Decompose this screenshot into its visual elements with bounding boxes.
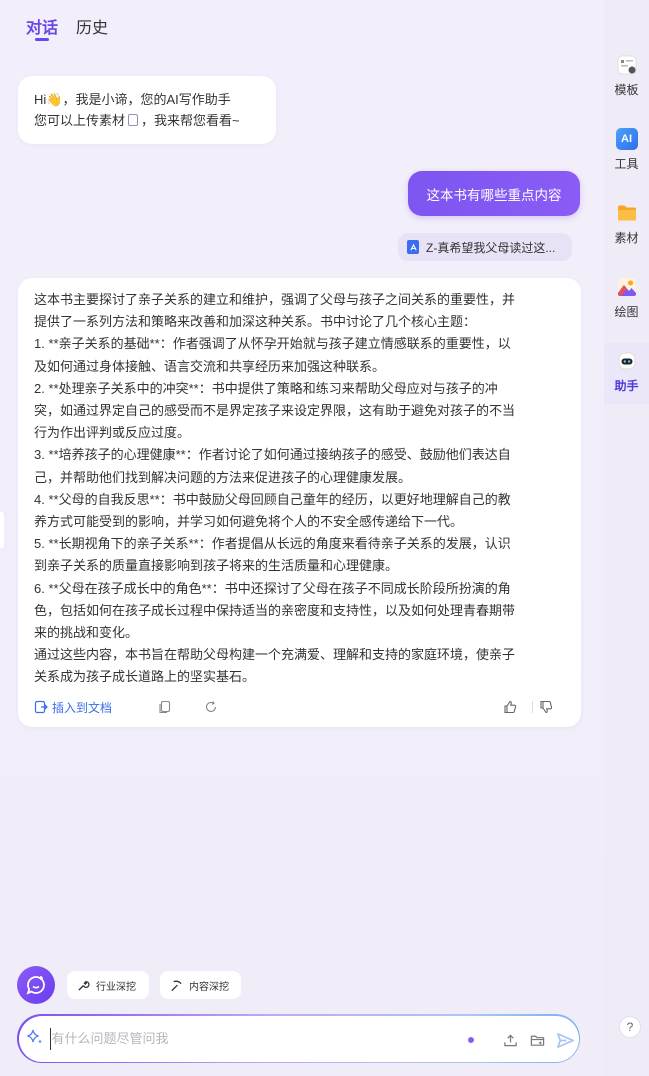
wave-emoji-icon: 👋 bbox=[46, 92, 63, 107]
document-icon bbox=[128, 114, 139, 126]
greeting-upload-text: 您可以上传素材 bbox=[34, 113, 126, 128]
answer-line: 2. **处理亲子关系中的冲突**：书中提供了策略和练习来帮助父母应对与孩子的冲 bbox=[34, 380, 498, 396]
sidebar-item-label: 模板 bbox=[614, 83, 639, 97]
answer-line: 4. **父母的自我反思**：书中鼓励父母回顾自己童年的经历，以更好地理解自己的… bbox=[34, 491, 511, 507]
sidebar-item-tools[interactable]: AI 工具 bbox=[604, 124, 649, 184]
answer-line: 突，如通过界定自己的感受而不是界定孩子来设定界限，这有助于避免对孩子的不当 bbox=[34, 403, 516, 419]
sidebar-item-template[interactable]: 模板 bbox=[604, 50, 649, 110]
status-dot bbox=[467, 1036, 474, 1043]
thumbs-down-icon[interactable] bbox=[539, 700, 553, 714]
answer-line: 到亲子关系的质量直接影响到孩子将来的生活质量和心理健康。 bbox=[34, 558, 399, 574]
folder-icon[interactable] bbox=[530, 1033, 545, 1048]
sidebar-item-assistant[interactable]: 助手 bbox=[604, 343, 649, 404]
assistant-answer: 这本书主要探讨了亲子关系的建立和维护，强调了父母与孩子之间关系的重要性，并 提供… bbox=[18, 278, 581, 727]
quick-action-label: 内容深挖 bbox=[189, 981, 229, 993]
greeting-intro: ，我是小谛，您的AI写作助手 bbox=[62, 92, 231, 107]
sidebar-item-label: 绘图 bbox=[614, 305, 639, 319]
tab-history[interactable]: 历史 bbox=[76, 14, 108, 38]
pdf-icon bbox=[407, 240, 419, 254]
action-divider bbox=[532, 701, 533, 713]
image-icon bbox=[616, 276, 638, 298]
greeting-hi: Hi bbox=[34, 92, 47, 107]
answer-line: 通过这些内容，本书旨在帮助父母构建一个充满爱、理解和支持的家庭环境，使亲子 bbox=[34, 647, 516, 663]
copy-icon[interactable] bbox=[158, 700, 172, 714]
sidebar-item-label: 素材 bbox=[614, 231, 639, 245]
answer-line: 6. **父母在孩子成长中的角色**：书中还探讨了父母在孩子不同成长阶段所扮演的… bbox=[34, 580, 511, 596]
chat-input-box bbox=[17, 1014, 580, 1063]
wrench-icon bbox=[78, 980, 90, 991]
user-message-bubble: 这本书有哪些重点内容 bbox=[408, 171, 580, 216]
insert-to-document-label: 插入到文档 bbox=[52, 700, 113, 715]
tab-chat[interactable]: 对话 bbox=[26, 14, 58, 41]
sparkle-icon bbox=[26, 1029, 42, 1044]
greeting-line-1: Hi👋，我是小谛，您的AI写作助手 bbox=[34, 89, 260, 110]
insert-document-icon bbox=[34, 700, 48, 714]
answer-line: 1. **亲子关系的基础**：作者强调了从怀孕开始就与孩子建立情感联系的重要性，… bbox=[34, 336, 511, 352]
attachment-chip[interactable]: Z-真希望我父母读过这... bbox=[398, 233, 572, 261]
answer-line: 5. **长期视角下的亲子关系**：作者提倡从长远的角度来看待亲子关系的发展，认… bbox=[34, 536, 511, 552]
chat-input[interactable] bbox=[49, 1027, 350, 1050]
regenerate-icon[interactable] bbox=[204, 700, 218, 714]
answer-line: 行为作出评判或反应过度。 bbox=[34, 425, 191, 441]
answer-line: 及如何通过身体接触、语言交流和共享经历来加强这种联系。 bbox=[34, 358, 386, 374]
answer-line: 来的挑战和变化。 bbox=[34, 625, 139, 641]
sidebar-item-label: 工具 bbox=[614, 157, 639, 171]
tab-bar: 对话 历史 bbox=[26, 14, 108, 41]
panel-resize-handle[interactable] bbox=[0, 512, 4, 548]
quick-action-industry[interactable]: 行业深挖 bbox=[67, 971, 149, 999]
sidebar-item-label: 助手 bbox=[614, 379, 639, 393]
right-sidebar: 模板 AI 工具 素材 绘图 助手 bbox=[604, 0, 649, 1076]
folder-icon bbox=[616, 202, 638, 224]
greeting-message: Hi👋，我是小谛，您的AI写作助手 您可以上传素材 ，我来帮您看看~ bbox=[18, 76, 276, 144]
answer-line: 关系成为孩子成长道路上的坚实基石。 bbox=[34, 669, 256, 685]
sidebar-item-materials[interactable]: 素材 bbox=[604, 198, 649, 258]
chat-add-icon bbox=[26, 976, 45, 995]
insert-to-document-button[interactable]: 插入到文档 bbox=[34, 699, 112, 716]
pickaxe-icon bbox=[171, 980, 182, 991]
robot-icon bbox=[616, 350, 638, 372]
answer-line: 己，并帮助他们找到解决问题的方法来促进孩子的心理健康发展。 bbox=[34, 469, 412, 485]
greeting-help-text: ，我来帮您看看~ bbox=[141, 113, 240, 128]
answer-line: 提供了一系列方法和策略来改善和加深这种关系。书中讨论了几个核心主题： bbox=[34, 314, 477, 330]
upload-icon[interactable] bbox=[503, 1033, 518, 1048]
chat-input-inner bbox=[18, 1015, 579, 1062]
quick-action-label: 行业深挖 bbox=[96, 981, 136, 993]
answer-line: 养方式可能受到的影响，并学习如何避免将个人的不安全感传递给下一代。 bbox=[34, 514, 464, 530]
answer-actions: 插入到文档 bbox=[34, 696, 565, 718]
thumbs-up-icon[interactable] bbox=[503, 700, 517, 714]
new-chat-button[interactable] bbox=[17, 966, 55, 1004]
template-icon bbox=[616, 54, 638, 76]
ai-tool-icon: AI bbox=[615, 128, 638, 150]
send-icon[interactable] bbox=[556, 1031, 575, 1050]
answer-line: 这本书主要探讨了亲子关系的建立和维护，强调了父母与孩子之间关系的重要性，并 bbox=[34, 292, 516, 307]
attachment-name: Z-真希望我父母读过这... bbox=[426, 240, 556, 255]
chat-panel: 对话 历史 Hi👋，我是小谛，您的AI写作助手 您可以上传素材 ，我来帮您看看~ … bbox=[0, 0, 604, 1076]
sidebar-item-drawing[interactable]: 绘图 bbox=[604, 272, 649, 332]
greeting-line-2: 您可以上传素材 ，我来帮您看看~ bbox=[34, 110, 260, 131]
help-button[interactable]: ? bbox=[619, 1016, 641, 1038]
answer-line: 3. **培养孩子的心理健康**：作者讨论了如何通过接纳孩子的感受、鼓励他们表达… bbox=[34, 447, 511, 463]
answer-line: 色，包括如何在孩子成长过程中保持适当的亲密度和支持性，以及如何处理青春期带 bbox=[34, 602, 516, 618]
ai-tool-icon-text: AI bbox=[621, 133, 632, 145]
quick-action-content[interactable]: 内容深挖 bbox=[160, 971, 241, 999]
